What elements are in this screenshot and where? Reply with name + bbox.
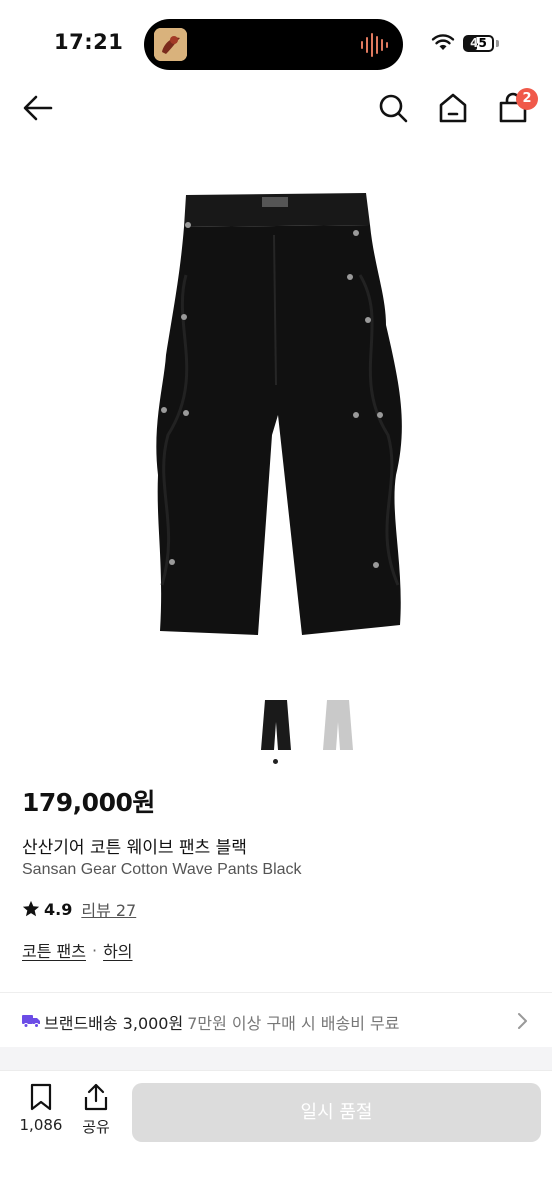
back-button[interactable]	[20, 90, 56, 126]
dynamic-island[interactable]	[144, 19, 403, 70]
arrow-left-icon	[23, 95, 53, 121]
top-nav	[0, 86, 552, 130]
rating-row: 4.9 리뷰 27	[22, 898, 136, 920]
chevron-right-icon	[518, 1013, 527, 1029]
category-breadcrumb: 코튼 팬츠 · 하의	[22, 938, 133, 962]
pants-image	[156, 193, 402, 635]
product-main-image[interactable]	[150, 185, 410, 645]
bookmark-button[interactable]: 1,086	[12, 1083, 70, 1143]
battery-icon: 45	[463, 35, 494, 52]
share-icon	[84, 1083, 108, 1111]
status-bar: 17:21 45	[0, 0, 552, 88]
category-link-bottoms[interactable]: 하의	[103, 938, 132, 962]
wifi-icon	[431, 34, 455, 50]
soldout-button[interactable]: 일시 품절	[132, 1083, 541, 1142]
truck-icon	[22, 1015, 40, 1028]
review-link[interactable]: 리뷰 27	[81, 897, 136, 921]
category-link-cotton-pants[interactable]: 코튼 팬츠	[22, 938, 86, 962]
category-separator: ·	[91, 940, 98, 960]
battery-percent: 45	[470, 36, 487, 50]
shipping-info-row[interactable]: 브랜드배송 3,000원 7만원 이상 구매 시 배송비 무료	[0, 993, 552, 1047]
thumbnail-black[interactable]	[259, 698, 293, 752]
status-time: 17:21	[54, 30, 124, 54]
audio-waveform-icon	[361, 33, 388, 57]
product-price: 179,000원	[22, 788, 155, 817]
thumbnail-image	[261, 700, 291, 750]
thumbnail-gray[interactable]	[321, 698, 355, 752]
thumbnail-image	[323, 700, 353, 750]
cart-count-badge: 2	[516, 88, 538, 110]
carousel-indicator-dot	[273, 759, 278, 764]
battery-cap	[496, 40, 499, 47]
search-icon	[379, 94, 408, 123]
now-playing-artwork-icon	[154, 28, 187, 61]
share-label: 공유	[82, 1118, 110, 1136]
bottom-action-bar: 1,086 공유 일시 품절	[0, 1070, 552, 1200]
home-icon	[439, 93, 467, 123]
shipping-fee: 브랜드배송 3,000원	[44, 1014, 184, 1033]
product-name-korean: 산산기어 코튼 웨이브 팬츠 블랙	[22, 838, 247, 858]
home-button[interactable]	[435, 90, 471, 126]
product-name-english: Sansan Gear Cotton Wave Pants Black	[22, 861, 302, 878]
bookmark-count: 1,086	[19, 1116, 63, 1134]
free-shipping-condition: 7만원 이상 구매 시 배송비 무료	[187, 1014, 400, 1033]
rating-value: 4.9	[44, 899, 73, 919]
shipping-text: 브랜드배송 3,000원 7만원 이상 구매 시 배송비 무료	[44, 1010, 399, 1034]
bookmark-icon	[30, 1083, 52, 1111]
share-button[interactable]: 공유	[74, 1083, 118, 1143]
star-icon	[22, 900, 40, 917]
search-button[interactable]	[375, 90, 411, 126]
